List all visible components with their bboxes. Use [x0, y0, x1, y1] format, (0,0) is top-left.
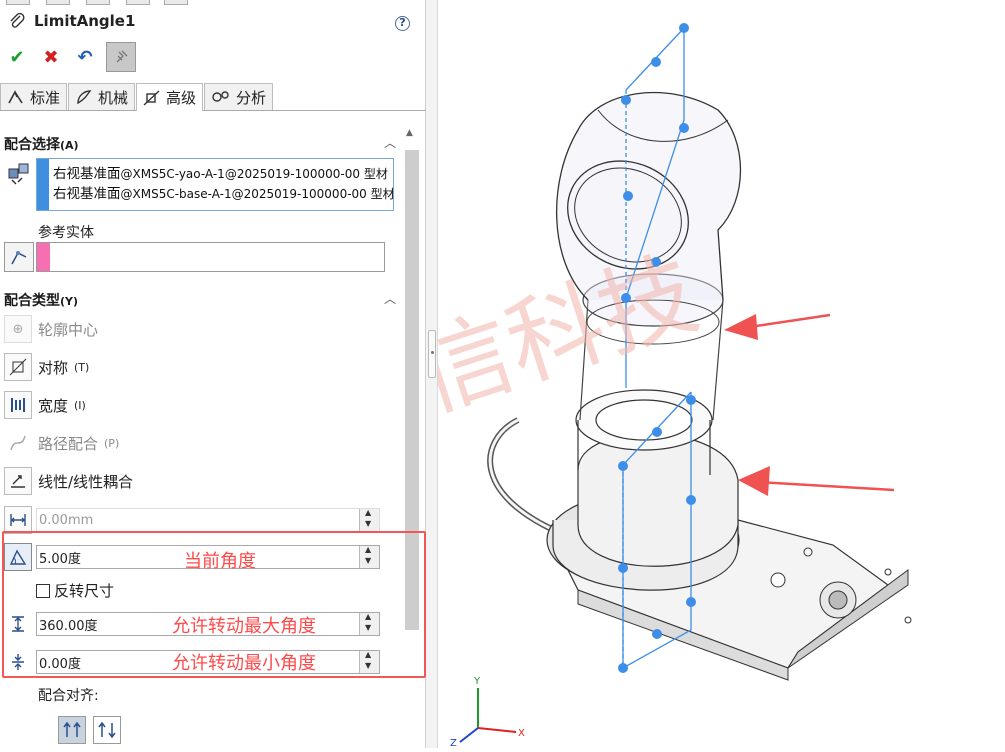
standard-mates-icon [8, 90, 23, 104]
tab-mechanical[interactable]: 机械 [68, 83, 136, 110]
manager-tab-stub[interactable] [164, 0, 188, 5]
tab-label: 高级 [166, 89, 197, 107]
width-icon [4, 391, 32, 419]
y-axis-label: Y [473, 676, 481, 687]
manager-tab-stub[interactable] [126, 0, 150, 5]
mate-type-path[interactable]: 路径配合 (P) [4, 429, 119, 457]
help-icon[interactable]: ? [395, 16, 410, 31]
reference-entity-label: 参考实体 [38, 225, 94, 241]
pushpin-icon [116, 50, 128, 63]
annotation-arrows [724, 313, 895, 496]
undo-icon[interactable]: ↶ [72, 43, 98, 71]
feature-title-row: LimitAngle1 [8, 12, 135, 30]
property-manager-panel: LimitAngle1 ? ✔ ✖ ↶ 标准 机械 高级 分析 配合选择(A) … [0, 0, 426, 748]
section-key: (Y) [60, 295, 79, 308]
advanced-mates-icon [143, 89, 160, 106]
manager-tab-stub[interactable] [86, 0, 110, 5]
mate-type-width[interactable]: 宽度 (I) [4, 391, 86, 419]
tab-standard[interactable]: 标准 [0, 83, 68, 110]
tab-analysis[interactable]: 分析 [204, 83, 274, 110]
feature-title: LimitAngle1 [34, 12, 136, 30]
mate-type-profile-center[interactable]: ⊕ 轮廓中心 [4, 315, 98, 343]
cancel-x-icon[interactable]: ✖ [38, 43, 64, 71]
mate-type-label: 轮廓中心 [38, 320, 99, 339]
anti-aligned-icon [98, 721, 116, 739]
mate-type-key: (T) [74, 360, 90, 374]
entity-path: @XMS5C-base-A-1@2025019-100000-00 型材 [120, 187, 394, 201]
manager-tab-stub[interactable] [6, 0, 30, 5]
base-housing[interactable] [546, 389, 740, 591]
mate-tabs: 标准 机械 高级 分析 [0, 83, 426, 111]
ok-check-icon[interactable]: ✔ [4, 43, 30, 71]
path-mate-icon [4, 429, 32, 457]
mate-type-symmetric[interactable]: 对称 (T) [4, 353, 89, 381]
model-view[interactable]: 生信科技 Y X Z [181, 0, 1005, 749]
mate-type-linear-coupler[interactable]: 线性/线性耦合 [4, 467, 133, 495]
mate-type-label: 对称 [38, 358, 69, 377]
mate-type-heading[interactable]: 配合类型(Y) [4, 290, 78, 310]
collapse-panel-handle[interactable] [428, 330, 436, 378]
mate-alignment-label: 配合对齐: [38, 688, 99, 704]
aligned-button[interactable] [58, 716, 86, 744]
reference-entity-button[interactable] [4, 242, 34, 272]
paperclip-icon [10, 12, 25, 28]
analysis-icon [212, 91, 229, 102]
panel-splitter[interactable] [426, 0, 438, 748]
mate-type-key: (I) [74, 398, 86, 412]
mate-entities-list[interactable]: 右视基准面@XMS5C-yao-A-1@2025019-100000-00 型材… [36, 158, 394, 211]
tab-label: 标准 [30, 88, 61, 107]
tab-label: 分析 [236, 88, 267, 107]
section-title: 配合类型 [4, 293, 60, 309]
list-item[interactable]: 右视基准面@XMS5C-base-A-1@2025019-100000-00 型… [53, 182, 393, 202]
distance-icon [4, 506, 32, 534]
list-item[interactable]: 右视基准面@XMS5C-yao-A-1@2025019-100000-00 型材 [53, 162, 393, 182]
scroll-up-icon[interactable]: ▲ [406, 128, 413, 138]
z-axis-label: Z [450, 738, 457, 748]
distance-value: 0.00mm [39, 512, 94, 528]
symmetric-icon [4, 353, 32, 381]
tab-advanced[interactable]: 高级 [136, 83, 204, 111]
mate-type-label: 路径配合 [38, 434, 99, 453]
graphics-viewport[interactable]: 生信科技 Y X Z [181, 0, 1005, 749]
profile-center-icon: ⊕ [4, 315, 32, 343]
aligned-icon [63, 721, 81, 737]
reference-color-swatch [37, 243, 50, 271]
tab-label: 机械 [98, 88, 129, 107]
reference-entity-icon [11, 251, 27, 265]
manager-tab-stub[interactable] [46, 0, 70, 5]
distance-spinner[interactable] [359, 508, 379, 531]
linear-coupler-icon [4, 467, 32, 495]
mate-type-key: (P) [104, 436, 120, 450]
mate-selection-heading[interactable]: 配合选择(A) [4, 134, 79, 154]
mate-entities-icon [8, 163, 29, 185]
x-axis-label: X [518, 728, 525, 739]
selection-color-swatch [37, 159, 49, 210]
mate-type-label: 线性/线性耦合 [38, 472, 134, 491]
distance-field[interactable]: 0.00mm [36, 508, 380, 532]
mate-type-label: 宽度 [38, 396, 69, 415]
entity-name: 右视基准面 [53, 166, 121, 182]
mechanical-mates-icon [77, 90, 92, 105]
coordinate-triad: Y X Z [450, 676, 525, 749]
entity-name: 右视基准面 [53, 186, 121, 202]
section-key: (A) [60, 139, 79, 152]
pushpin-button[interactable] [106, 42, 136, 72]
section-title: 配合选择 [4, 137, 60, 153]
collapse-up-icon[interactable]: ︿ [384, 134, 396, 151]
action-bar: ✔ ✖ ↶ [4, 42, 136, 72]
anti-aligned-button[interactable] [93, 716, 121, 744]
highlight-annotation-box [2, 531, 426, 678]
collapse-up-icon[interactable]: ︿ [384, 290, 396, 307]
entity-path: @XMS5C-yao-A-1@2025019-100000-00 型材 [120, 167, 388, 181]
reference-entity-field[interactable] [36, 242, 385, 272]
